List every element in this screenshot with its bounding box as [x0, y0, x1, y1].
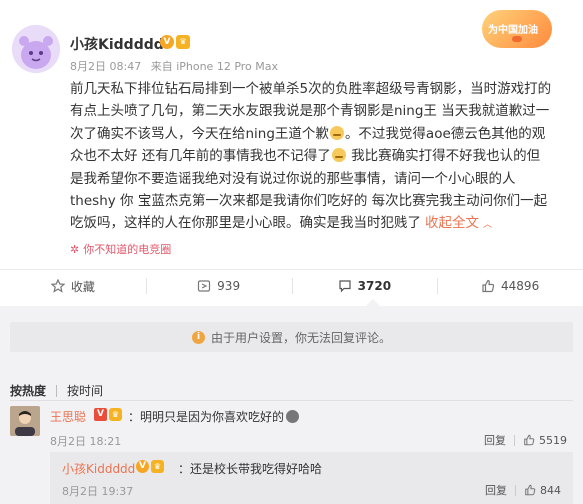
active-tab-indicator: [366, 299, 380, 306]
collapse-full-text-link[interactable]: 收起全文 ︿: [425, 215, 492, 231]
comment-avatar[interactable]: [10, 406, 40, 436]
post-line: theshy 你 宝蓝杰克第一次来都是我请你们吃好的 每次比赛完我主动问你们一起: [70, 192, 548, 209]
comment-text: ：明明只是因为你喜欢吃好的: [128, 408, 300, 425]
star-icon: [50, 279, 65, 293]
vip-crown-icon: ♛: [109, 408, 122, 421]
post-line: 是我希望你不要造谣我绝对没有说过你说的那些事情，请问一个小心眼的人: [70, 170, 516, 187]
event-badge-label: 为中国加油: [488, 25, 538, 36]
reply-disabled-notice: i 由于用户设置，你无法回复评论。: [10, 322, 573, 352]
comment-reply: 小孩Kiddddd V ♛ ：还是校长带我吃得好哈哈 8月2日 19:37 回复…: [50, 452, 573, 504]
comment-author[interactable]: 王思聪: [50, 408, 86, 425]
post-meta: 8月2日 08:47 来自 iPhone 12 Pro Max: [70, 58, 284, 74]
post-line: 前几天私下排位钻石局排到一个被单杀5次的负胜率超级号青钢影，当时游戏打的: [70, 81, 552, 97]
avatar[interactable]: [12, 25, 60, 73]
sort-tabs: 按热度 按时间: [10, 382, 103, 399]
reply-action-separator: [515, 484, 516, 496]
user-badges: V ♛: [160, 35, 190, 49]
vip-crown-icon: ♛: [151, 460, 164, 473]
post-line: 众也不太好 还有几年前的事情我也不记得了 我比赛确实打得不好我也认的但: [70, 148, 541, 165]
reply-author[interactable]: 小孩Kiddddd: [62, 460, 135, 477]
reply-text: ：还是校长带我吃得好哈哈: [178, 462, 323, 476]
post-line: 有点上头喷了几句，第二天水友跟我说是那个青钢影是ning王 当天我就道歉过一: [70, 103, 550, 120]
post-text: 前几天私下排位钻石局排到一个被单杀5次的负胜率超级号青钢影，当时游戏打的 有点上…: [70, 78, 564, 235]
person-photo-icon: [10, 406, 40, 436]
sort-separator: [56, 384, 58, 397]
comment-action-separator: [514, 434, 515, 446]
repost-icon: [198, 280, 211, 292]
topic-gear-icon: ✲: [70, 243, 80, 256]
comment-button[interactable]: 3720: [291, 270, 438, 302]
thumbs-up-icon[interactable]: [524, 484, 536, 496]
post-line: 次了确实不该骂人，今天在给ning王道个歉 。不过我觉得aoe德云色其他的观: [70, 125, 546, 142]
reply-like-count: 844: [540, 483, 561, 497]
sort-divider: [10, 400, 573, 401]
thumbs-up-icon[interactable]: [523, 434, 535, 446]
thumbs-up-icon: [482, 279, 495, 293]
doge-emoji-icon: [286, 410, 300, 423]
comment-area: i 由于用户设置，你无法回复评论。 按热度 按时间 王思聪 V ♛ ：明明只是因…: [0, 306, 583, 504]
comment-like-count: 5519: [539, 433, 567, 447]
vip-crown-icon: ♛: [176, 35, 190, 49]
reply-author-badges: V ♛: [136, 460, 164, 473]
verified-v-icon: V: [136, 460, 149, 473]
favorite-button[interactable]: 收藏: [0, 270, 146, 302]
post-line: 吃饭吗，这样的人在你那里是小心眼。确实是我当时犯贱了 收起全文 ︿: [70, 215, 493, 232]
verified-v-icon: V: [94, 408, 107, 421]
topic-link[interactable]: ✲ 你不知道的电竞圈: [70, 241, 171, 257]
info-icon: i: [191, 330, 205, 344]
post-source: 来自 iPhone 12 Pro Max: [150, 60, 279, 73]
reply-time: 8月2日 19:37: [62, 485, 134, 498]
sweat-emoji-icon: [329, 125, 344, 140]
comment-time: 8月2日 18:21: [50, 435, 122, 448]
event-badge[interactable]: 为中国加油: [482, 10, 552, 48]
chevron-up-icon: ︿: [483, 220, 493, 231]
post-header: 小孩Kiddddd V ♛ 8月2日 08:47 来自 iPhone 12 Pr…: [0, 0, 583, 74]
reply-actions: 回复 844: [485, 482, 561, 498]
event-badge-dot: [512, 36, 522, 42]
like-button[interactable]: 44896: [437, 270, 583, 302]
reply-reply-button[interactable]: 回复: [485, 482, 507, 498]
comment-icon: [339, 280, 351, 293]
avatar-illustration-icon: [12, 25, 60, 73]
tab-sort-by-time[interactable]: 按时间: [67, 382, 103, 399]
verified-v-icon: V: [160, 35, 174, 49]
repost-button[interactable]: 939: [145, 270, 292, 302]
comment-author-badges: V ♛: [94, 408, 122, 421]
comment-reply-button[interactable]: 回复: [484, 432, 506, 448]
comment-actions: 回复 5519: [484, 432, 567, 448]
action-bar: 收藏 939 3720 44896: [0, 270, 583, 302]
post-time[interactable]: 8月2日 08:47: [70, 60, 141, 73]
sweat-emoji-icon: [331, 148, 346, 163]
tab-sort-by-hot[interactable]: 按热度: [10, 382, 46, 399]
post-username[interactable]: 小孩Kiddddd: [70, 34, 164, 54]
